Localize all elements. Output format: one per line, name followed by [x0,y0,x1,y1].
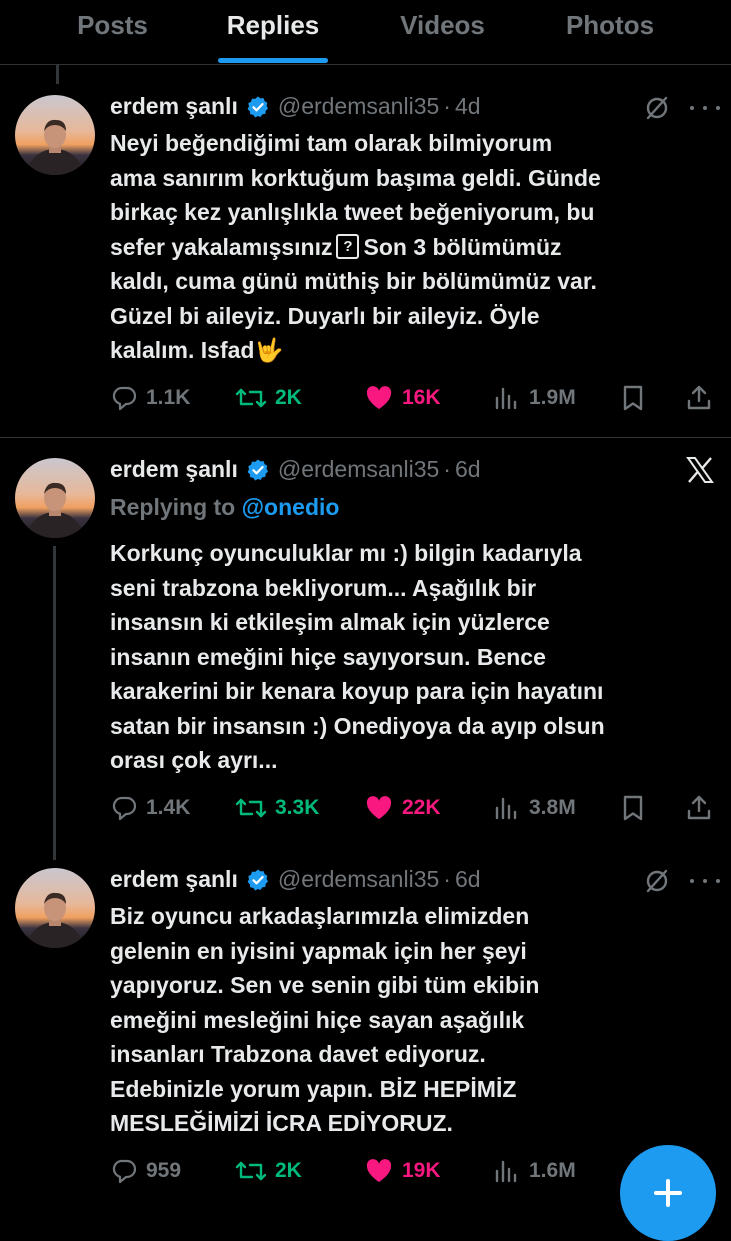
avatar[interactable] [15,95,95,175]
unsupported-glyph: ? [336,233,360,259]
reply-icon [112,1159,137,1184]
reply-icon [112,796,137,821]
share-icon [687,385,711,410]
views-button[interactable]: 1.9M [493,378,576,418]
verified-badge-icon [247,96,268,117]
analytics-icon [495,797,517,820]
timestamp[interactable]: 6d [455,866,481,893]
repost-button[interactable]: 2K [235,378,302,418]
slash-circle-icon[interactable] [642,93,672,123]
repost-icon [235,388,267,408]
reply-button[interactable]: 1.4K [110,788,190,828]
analytics-icon [495,387,517,410]
bookmark-icon [623,795,643,821]
separator-dot: · [443,456,451,482]
views-button[interactable]: 1.6M [493,1151,576,1191]
repost-icon [235,798,267,818]
tweet[interactable]: erdem şanlı @erdemsanli35 · 6d Biz oyunc… [0,860,731,1200]
tab-posts[interactable]: Posts [60,0,165,64]
more-options-icon[interactable] [690,93,720,123]
repost-button[interactable]: 3.3K [235,788,319,828]
separator-dot: · [443,93,451,119]
timestamp[interactable]: 4d [455,93,481,120]
author-handle[interactable]: @erdemsanli35 [278,93,439,120]
hand-gesture-emoji: 🤟 [254,337,284,363]
author-name[interactable]: erdem şanlı [110,456,238,483]
avatar[interactable] [15,458,95,538]
tweet-header: erdem şanlı @erdemsanli35 · 4d [110,93,481,120]
author-handle[interactable]: @erdemsanli35 [278,456,439,483]
mention-link[interactable]: @onedio [242,494,340,520]
heart-icon [366,386,392,409]
tweet-header: erdem şanlı @erdemsanli35 · 6d [110,866,481,893]
share-icon [687,795,711,820]
tweet-actions: 1.4K 3.3K 22K 3.8M [0,788,731,828]
share-button[interactable] [685,788,721,828]
reply-button[interactable]: 959 [110,1151,181,1191]
replying-to: Replying to @onedio [110,494,340,520]
x-logo-icon [683,453,717,487]
views-button[interactable]: 3.8M [493,788,576,828]
timestamp[interactable]: 6d [455,456,481,483]
author-name[interactable]: erdem şanlı [110,93,238,120]
avatar[interactable] [15,868,95,948]
repost-button[interactable]: 2K [235,1151,302,1191]
separator-dot: · [443,866,451,892]
tab-photos[interactable]: Photos [550,0,670,64]
repost-icon [235,1161,267,1181]
slash-circle-icon[interactable] [642,866,672,896]
verified-badge-icon [247,459,268,480]
author-handle[interactable]: @erdemsanli35 [278,866,439,893]
tab-videos[interactable]: Videos [385,0,500,64]
like-button[interactable]: 22K [364,788,441,828]
plus-icon [654,1179,682,1207]
tweet-text: Neyi beğendiğimi tam olarak bilmiyorum a… [110,130,601,363]
reply-button[interactable]: 1.1K [110,378,190,418]
tweet-actions: 1.1K 2K 16K 1.9M [0,378,731,418]
tweet[interactable]: erdem şanlı @erdemsanli35 · 6d Replying … [0,438,731,860]
like-button[interactable]: 16K [364,378,441,418]
active-tab-indicator [218,58,328,63]
heart-icon [366,1159,392,1182]
bookmark-button[interactable] [620,378,654,418]
author-name[interactable]: erdem şanlı [110,866,238,893]
tweet[interactable]: erdem şanlı @erdemsanli35 · 4d Neyi beğe… [0,65,731,438]
bookmark-icon [623,385,643,411]
tweet-text: Korkunç oyunculuklar mı :) bilgin kadarı… [110,540,605,773]
profile-tabs: Posts Replies Videos Photos [0,0,731,65]
tweet-header: erdem şanlı @erdemsanli35 · 6d [110,456,481,483]
share-button[interactable] [685,378,721,418]
compose-button[interactable] [620,1145,716,1241]
heart-icon [366,796,392,819]
more-options-icon[interactable] [690,866,720,896]
reply-icon [112,386,137,411]
tweet-text: Biz oyuncu arkadaşlarımızla elimizden ge… [110,903,540,1136]
analytics-icon [495,1160,517,1183]
verified-badge-icon [247,869,268,890]
tab-replies[interactable]: Replies [218,0,328,64]
bookmark-button[interactable] [620,788,654,828]
like-button[interactable]: 19K [364,1151,441,1191]
